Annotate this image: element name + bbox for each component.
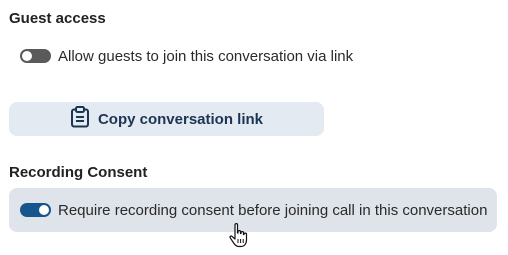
guest-access-toggle-label[interactable]: Allow guests to join this conversation v… <box>58 48 353 65</box>
guest-access-switch[interactable] <box>20 49 51 63</box>
guest-access-heading: Guest access <box>9 10 106 27</box>
switch-knob <box>22 51 32 61</box>
guest-access-toggle-row[interactable]: Allow guests to join this conversation v… <box>9 40 353 72</box>
conversation-settings-panel: Guest access Allow guests to join this c… <box>0 0 508 255</box>
switch-knob <box>39 205 49 215</box>
copy-conversation-link-button[interactable]: Copy conversation link <box>9 102 324 136</box>
recording-consent-toggle-row[interactable]: Require recording consent before joining… <box>9 188 497 232</box>
recording-consent-toggle-label[interactable]: Require recording consent before joining… <box>58 202 487 219</box>
copy-conversation-link-label: Copy conversation link <box>97 110 264 128</box>
recording-consent-heading: Recording Consent <box>9 164 148 181</box>
clipboard-icon <box>70 105 90 133</box>
recording-consent-switch[interactable] <box>20 203 51 217</box>
